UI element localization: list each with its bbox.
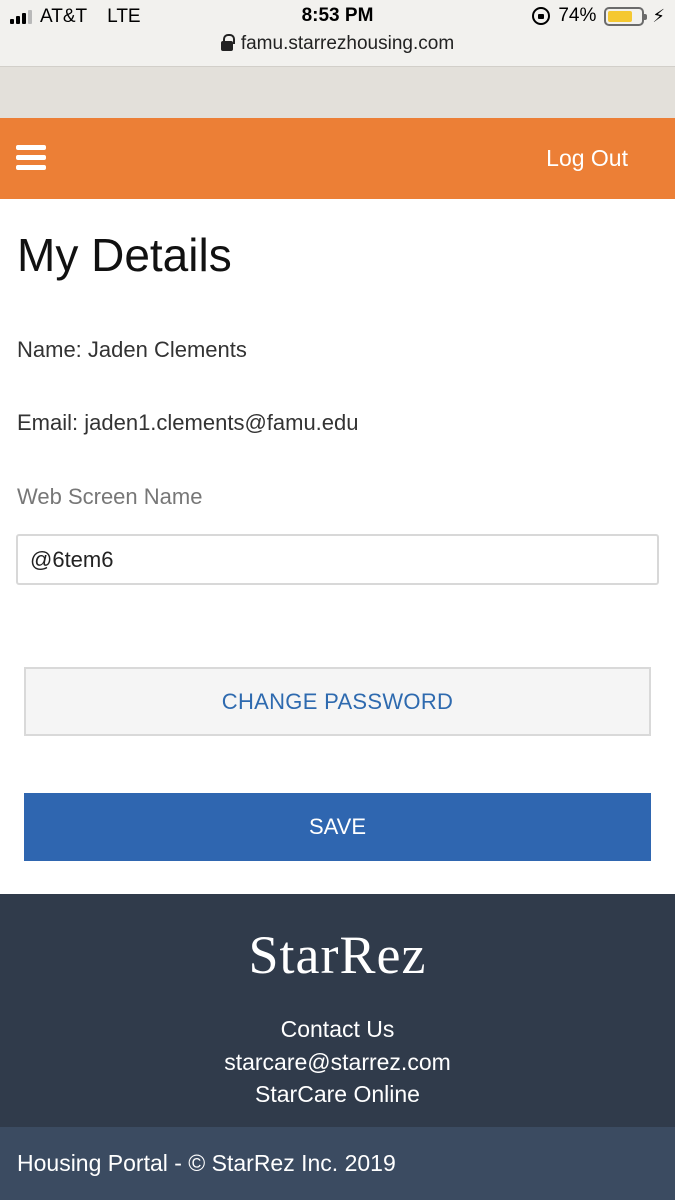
battery-fill xyxy=(608,10,633,22)
copyright-bar: Housing Portal - © StarRez Inc. 2019 xyxy=(0,1127,675,1200)
rotation-lock-icon xyxy=(532,7,551,25)
screen-name-input[interactable] xyxy=(16,534,659,585)
site-header: Log Out xyxy=(0,118,675,199)
address-bar[interactable]: famu.starrezhousing.com xyxy=(0,33,675,55)
footer: StarRez Contact Us starcare@starrez.com … xyxy=(0,894,675,1127)
change-password-button[interactable]: CHANGE PASSWORD xyxy=(24,667,651,736)
screen-name-label: Web Screen Name xyxy=(17,484,203,509)
copyright-text: Housing Portal - © StarRez Inc. 2019 xyxy=(17,1150,396,1176)
battery-percent: 74% xyxy=(558,5,597,26)
status-right: 74% ⚡︎ xyxy=(532,5,665,27)
page-title: My Details xyxy=(17,229,232,281)
contact-us-link[interactable]: Contact Us xyxy=(0,1016,675,1043)
hamburger-icon[interactable] xyxy=(16,145,46,171)
url-text: famu.starrezhousing.com xyxy=(240,33,455,54)
name-text: Name: Jaden Clements xyxy=(17,337,247,362)
save-button[interactable]: SAVE xyxy=(24,793,651,861)
email-text: Email: jaden1.clements@famu.edu xyxy=(17,410,359,435)
starrez-logo: StarRez xyxy=(248,925,427,985)
support-email-link[interactable]: starcare@starrez.com xyxy=(0,1049,675,1076)
logout-link[interactable]: Log Out xyxy=(546,145,628,172)
starcare-online-link[interactable]: StarCare Online xyxy=(0,1081,675,1108)
battery-icon xyxy=(604,6,648,26)
padlock-icon xyxy=(220,33,235,53)
browser-toolbar-spacer xyxy=(0,66,675,118)
charging-icon: ⚡︎ xyxy=(652,5,665,26)
status-bar: AT&T LTE 8:53 PM 74% ⚡︎ famu.starrezhous… xyxy=(0,0,675,66)
